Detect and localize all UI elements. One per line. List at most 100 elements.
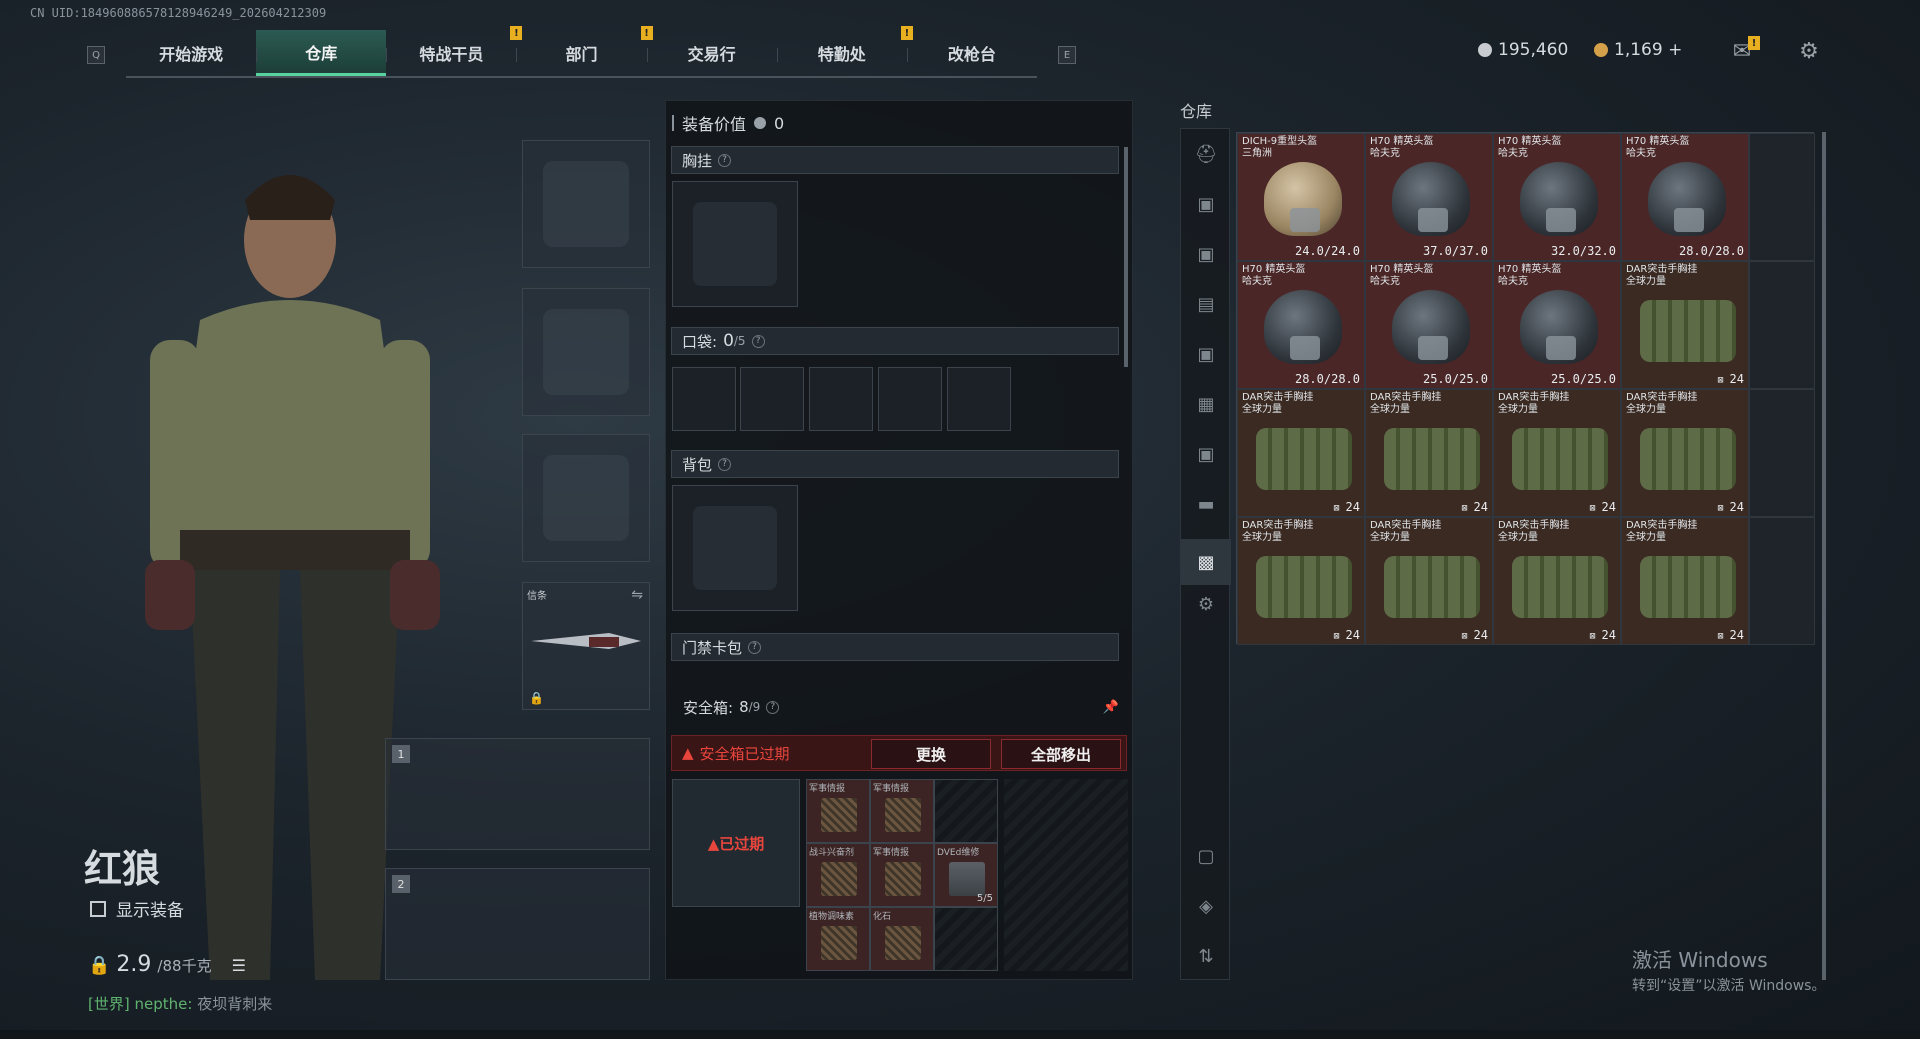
layers-icon[interactable]: ◈ bbox=[1191, 891, 1221, 921]
safe-item[interactable]: 化石 bbox=[870, 907, 934, 971]
help-icon[interactable]: ? bbox=[748, 640, 762, 654]
armor-icon-v2[interactable]: ▣ bbox=[1191, 239, 1221, 269]
settings-gear-icon[interactable]: ⚙ bbox=[1795, 38, 1823, 64]
safe-case-item[interactable]: ▲已过期 bbox=[672, 779, 800, 907]
item-icon bbox=[885, 926, 921, 960]
tab-4[interactable]: 交易行 bbox=[646, 30, 777, 76]
item-value: 24 bbox=[1601, 500, 1616, 514]
tab-1[interactable]: 仓库 bbox=[256, 30, 387, 76]
warehouse-item[interactable]: H70 精英头盔 哈夫克 25.0/25.0 bbox=[1365, 261, 1493, 389]
tab-3[interactable]: 部门! bbox=[516, 26, 653, 76]
help-icon[interactable]: ? bbox=[718, 457, 732, 471]
help-icon[interactable]: ? bbox=[718, 153, 732, 167]
warehouse-item[interactable]: H70 精英头盔 哈夫克 37.0/37.0 bbox=[1365, 133, 1493, 261]
warehouse-item[interactable]: DAR突击手胸挂 全球力量 ⊠ 24 bbox=[1493, 389, 1621, 517]
capacity-icon: ⊠ bbox=[1717, 631, 1730, 642]
warehouse-item[interactable]: DAR突击手胸挂 全球力量 ⊠ 24 bbox=[1493, 517, 1621, 645]
safe-item[interactable]: 植物调味素 bbox=[806, 907, 870, 971]
item-name-line1: DAR突击手胸挂 bbox=[1498, 392, 1570, 403]
tab-6[interactable]: 改枪台 bbox=[906, 30, 1037, 76]
equipment-value-label: 装备价值 bbox=[682, 115, 747, 134]
pocket-slot-5[interactable] bbox=[947, 367, 1011, 431]
pocket-slot-2[interactable] bbox=[740, 367, 804, 431]
warehouse-item[interactable]: H70 精英头盔 哈夫克 28.0/28.0 bbox=[1621, 133, 1749, 261]
gold-currency[interactable]: 1,169 + bbox=[1594, 40, 1682, 60]
warehouse-item[interactable]: DAR突击手胸挂 全球力量 ⊠ 24 bbox=[1365, 389, 1493, 517]
helmet-slot[interactable] bbox=[522, 140, 650, 268]
item-name-line1: H70 精英头盔 bbox=[1498, 264, 1562, 275]
melee-slot[interactable]: 信条 ⇋ 🔒 bbox=[522, 582, 650, 710]
item-value: 24 bbox=[1345, 628, 1360, 642]
world-chat[interactable]: [世界] nepthe: 夜坝背刺来 bbox=[88, 993, 272, 1014]
backpack-slot[interactable] bbox=[672, 485, 798, 611]
tab-5[interactable]: 特勤处! bbox=[776, 26, 913, 76]
sort-icon[interactable]: ⇅ bbox=[1191, 941, 1221, 971]
helmet-icon[interactable]: ⛑ bbox=[1191, 139, 1221, 169]
case-expired-tag: ▲已过期 bbox=[707, 834, 765, 853]
gun-icon[interactable]: ▬ bbox=[1191, 489, 1221, 519]
armor-icon-iv[interactable]: ▣ bbox=[1191, 439, 1221, 469]
help-icon[interactable]: ? bbox=[766, 700, 780, 714]
grid-icon[interactable]: ▦ bbox=[1191, 389, 1221, 419]
nav-right-key[interactable]: E bbox=[1058, 46, 1076, 64]
swap-icon[interactable]: ⇋ bbox=[631, 587, 643, 603]
warehouse-item[interactable]: DAR突击手胸挂 全球力量 ⊠ 24 bbox=[1237, 517, 1365, 645]
item-durability: 32.0/32.0 bbox=[1551, 244, 1616, 258]
warehouse-item[interactable]: H70 精英头盔 哈夫克 32.0/32.0 bbox=[1493, 133, 1621, 261]
pocket-slot-1[interactable] bbox=[672, 367, 736, 431]
primary-weapon-slot-2[interactable]: 2 bbox=[385, 868, 650, 980]
silver-coin-icon bbox=[1478, 43, 1492, 57]
safe-item[interactable]: 军事情报 bbox=[870, 779, 934, 843]
tab-0[interactable]: 开始游戏 bbox=[126, 30, 256, 76]
warehouse-item[interactable]: H70 精英头盔 哈夫克 25.0/25.0 bbox=[1493, 261, 1621, 389]
loadout-scrollbar[interactable] bbox=[1124, 147, 1128, 367]
help-icon[interactable]: ? bbox=[751, 334, 765, 348]
settings-icon[interactable]: ⚙ bbox=[1191, 589, 1221, 619]
pocket-total: /5 bbox=[733, 334, 746, 348]
folder-icon[interactable]: ▤ bbox=[1191, 289, 1221, 319]
armor-icon-v3[interactable]: ▣ bbox=[1191, 339, 1221, 369]
nav-left-key[interactable]: Q bbox=[87, 46, 105, 64]
list-icon[interactable]: ☰ bbox=[232, 956, 246, 975]
pocket-slot-3[interactable] bbox=[809, 367, 873, 431]
show-equipment-toggle[interactable]: 显示装备 bbox=[90, 896, 184, 921]
item-icon bbox=[821, 926, 857, 960]
item-name: H70 精英头盔 哈夫克 bbox=[1370, 136, 1433, 160]
item-name: DAR突击手胸挂 全球力量 bbox=[1242, 392, 1313, 416]
armor-icon-v[interactable]: ▣ bbox=[1191, 189, 1221, 219]
warehouse-item[interactable]: DAR突击手胸挂 全球力量 ⊠ 24 bbox=[1621, 517, 1749, 645]
pin-icon[interactable]: 📌 bbox=[1103, 700, 1119, 715]
chest-rig-icon[interactable]: ▩ bbox=[1181, 539, 1231, 585]
replace-button[interactable]: 更换 bbox=[871, 739, 991, 769]
safe-item-name: 化石 bbox=[873, 912, 892, 922]
primary-weapon-slot-1[interactable]: 1 bbox=[385, 738, 650, 850]
pistol-slot[interactable] bbox=[522, 434, 650, 562]
safe-icon[interactable]: ▢ bbox=[1191, 841, 1221, 871]
item-name-line2: 哈夫克 bbox=[1370, 148, 1400, 159]
safe-item[interactable]: 军事情报 bbox=[870, 843, 934, 907]
warehouse-item[interactable]: DAR突击手胸挂 全球力量 ⊠ 24 bbox=[1237, 389, 1365, 517]
chest-rig-icon bbox=[1384, 428, 1480, 490]
warehouse-item[interactable]: DAR突击手胸挂 全球力量 ⊠ 24 bbox=[1621, 261, 1749, 389]
tab-label: 部门 bbox=[565, 45, 598, 64]
warehouse-category-sidebar: ⛑ ▣ ▣ ▤ ▣ ▦ ▣ ▬ ▩ ⚙ ▢ ◈ ⇅ bbox=[1180, 128, 1231, 980]
armor-slot[interactable] bbox=[522, 288, 650, 416]
warehouse-item[interactable]: DAR突击手胸挂 全球力量 ⊠ 24 bbox=[1621, 389, 1749, 517]
safe-item[interactable]: 军事情报 bbox=[806, 779, 870, 843]
chest-rig-slot[interactable] bbox=[672, 181, 798, 307]
tab-2[interactable]: 特战干员! bbox=[386, 26, 523, 76]
warehouse-item[interactable]: DAR突击手胸挂 全球力量 ⊠ 24 bbox=[1365, 517, 1493, 645]
checkbox[interactable] bbox=[90, 900, 106, 917]
safe-item[interactable]: DVEd维修 5/5 bbox=[934, 843, 998, 907]
item-name-line2: 哈夫克 bbox=[1242, 276, 1272, 287]
item-icon bbox=[885, 798, 921, 832]
safe-item[interactable]: 战斗兴奋剂 bbox=[806, 843, 870, 907]
warehouse-item[interactable]: DICH-9重型头盔 三角洲 24.0/24.0 bbox=[1237, 133, 1365, 261]
move-all-button[interactable]: 全部移出 bbox=[1001, 739, 1121, 769]
warehouse-empty-cell bbox=[1749, 133, 1815, 261]
warehouse-item[interactable]: H70 精英头盔 哈夫克 28.0/28.0 bbox=[1237, 261, 1365, 389]
chat-channel: [世界] bbox=[88, 995, 130, 1013]
safe-expired-text: 安全箱已过期 bbox=[699, 744, 790, 763]
warehouse-scrollbar[interactable] bbox=[1822, 132, 1826, 980]
pocket-slot-4[interactable] bbox=[878, 367, 942, 431]
